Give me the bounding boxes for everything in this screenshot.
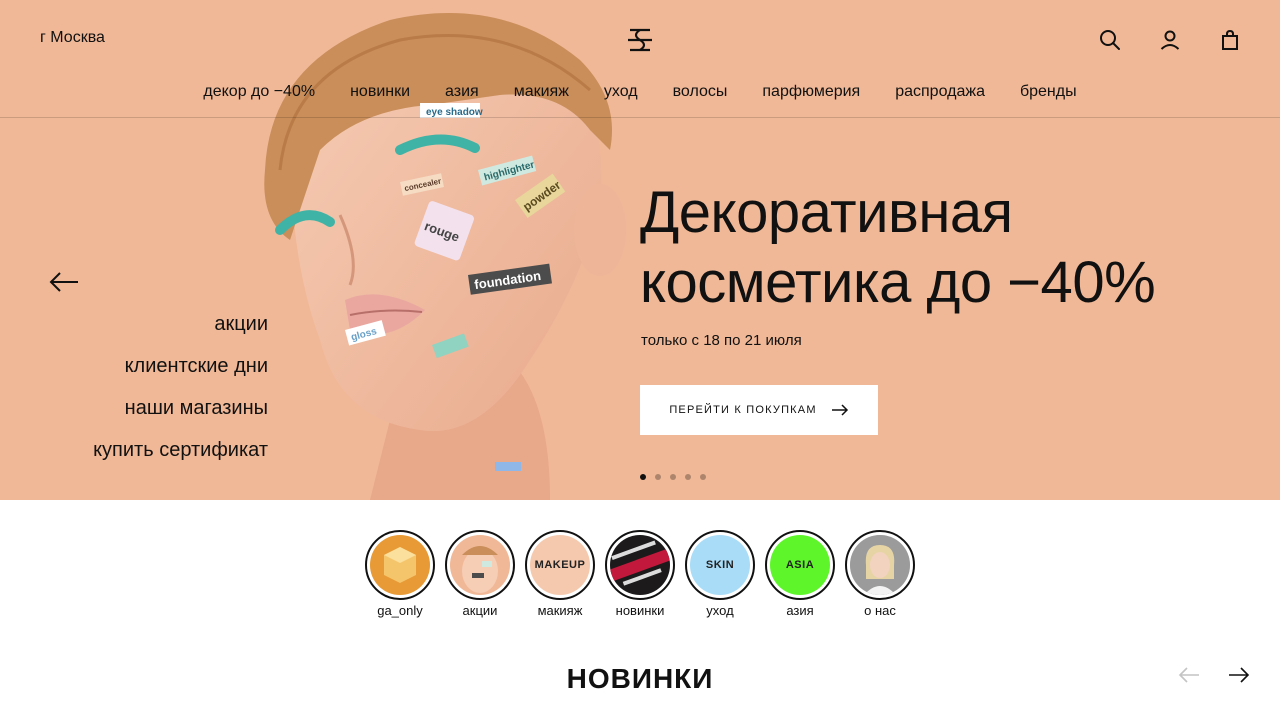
story-ring: SKIN <box>685 530 755 600</box>
nav-item-perfume[interactable]: парфюмерия <box>762 80 860 117</box>
arrow-right-icon <box>831 404 848 416</box>
story-label: макияж <box>537 603 583 618</box>
carousel-arrows <box>1178 664 1250 686</box>
nav-item-hair[interactable]: волосы <box>673 80 728 117</box>
story-ring: MAKEUP <box>525 530 595 600</box>
nav-item-brands[interactable]: бренды <box>1020 80 1077 117</box>
story-thumb: SKIN <box>690 535 750 595</box>
story-thumb <box>610 535 670 595</box>
nav-item-decor-sale[interactable]: декор до −40% <box>203 80 315 117</box>
story-promos[interactable]: акции <box>445 530 515 618</box>
side-link-gift-card[interactable]: купить сертификат <box>93 436 268 464</box>
nav-item-makeup[interactable]: макияж <box>514 80 569 117</box>
arrow-left-icon[interactable] <box>48 270 80 294</box>
slider-dot-3[interactable] <box>670 474 676 480</box>
urban-decay-image <box>610 535 670 595</box>
side-links: акции клиентские дни наши магазины купит… <box>93 310 268 464</box>
side-link-client-days[interactable]: клиентские дни <box>93 352 268 380</box>
story-thumb <box>850 535 910 595</box>
story-thumb <box>370 535 430 595</box>
story-label: новинки <box>615 603 665 618</box>
nav-item-new[interactable]: новинки <box>350 80 410 117</box>
section-title-new: НОВИНКИ <box>566 663 714 694</box>
story-label: уход <box>706 603 734 618</box>
bag-icon[interactable] <box>1218 28 1242 52</box>
side-link-promos[interactable]: акции <box>93 310 268 338</box>
story-label: ga_only <box>377 603 423 618</box>
story-ring <box>365 530 435 600</box>
hero-title-line-1: Декоративная <box>640 180 1013 245</box>
hero-model-photo: eye shadow highlighter concealer rouge p… <box>264 13 626 500</box>
slider-dot-1[interactable] <box>640 474 646 480</box>
hero-banner: eye shadow highlighter concealer rouge p… <box>0 0 1280 500</box>
account-icon[interactable] <box>1158 28 1182 52</box>
nav-item-care[interactable]: уход <box>604 80 638 117</box>
carousel-next-icon[interactable] <box>1228 664 1250 686</box>
nav-item-asia[interactable]: азия <box>445 80 479 117</box>
story-ga-only[interactable]: ga_only <box>365 530 435 618</box>
hero-title: Декоративная косметика до −40% <box>640 178 1156 318</box>
carousel-prev-icon[interactable] <box>1178 664 1200 686</box>
story-ring <box>605 530 675 600</box>
side-link-stores[interactable]: наши магазины <box>93 394 268 422</box>
shop-now-button[interactable]: ПЕРЕЙТИ К ПОКУПКАМ <box>640 385 878 435</box>
story-care[interactable]: SKIN уход <box>685 530 755 618</box>
main-nav: декор до −40% новинки азия макияж уход в… <box>0 80 1280 118</box>
slider-dot-5[interactable] <box>700 474 706 480</box>
logo-icon[interactable] <box>626 26 654 54</box>
slider-dot-2[interactable] <box>655 474 661 480</box>
story-new[interactable]: новинки <box>605 530 675 618</box>
slider-dots <box>640 474 706 480</box>
story-asia[interactable]: ASIA азия <box>765 530 835 618</box>
story-thumb: MAKEUP <box>530 535 590 595</box>
gold-product-image <box>370 535 430 595</box>
nav-item-sale[interactable]: распродажа <box>895 80 985 117</box>
hero-subtitle: только с 18 по 21 июля <box>641 332 802 349</box>
story-thumb: ASIA <box>770 535 830 595</box>
story-about[interactable]: о нас <box>845 530 915 618</box>
story-ring: ASIA <box>765 530 835 600</box>
story-label: азия <box>786 603 814 618</box>
hero-title-line-2: косметика до −40% <box>640 250 1156 315</box>
story-label: акции <box>462 603 498 618</box>
search-icon[interactable] <box>1098 28 1122 52</box>
story-ring <box>845 530 915 600</box>
story-makeup[interactable]: MAKEUP макияж <box>525 530 595 618</box>
story-label: о нас <box>864 603 896 618</box>
header-actions <box>1098 28 1242 52</box>
story-thumb <box>450 535 510 595</box>
shop-now-label: ПЕРЕЙТИ К ПОКУПКАМ <box>669 404 817 416</box>
story-ring <box>445 530 515 600</box>
stories-row: ga_only акции MAKEUP макияж новинки SKIN… <box>365 530 915 618</box>
face-stickers-image <box>450 535 510 595</box>
person-photo-image <box>850 535 910 595</box>
city-selector[interactable]: г Москва <box>40 29 105 47</box>
slider-dot-4[interactable] <box>685 474 691 480</box>
